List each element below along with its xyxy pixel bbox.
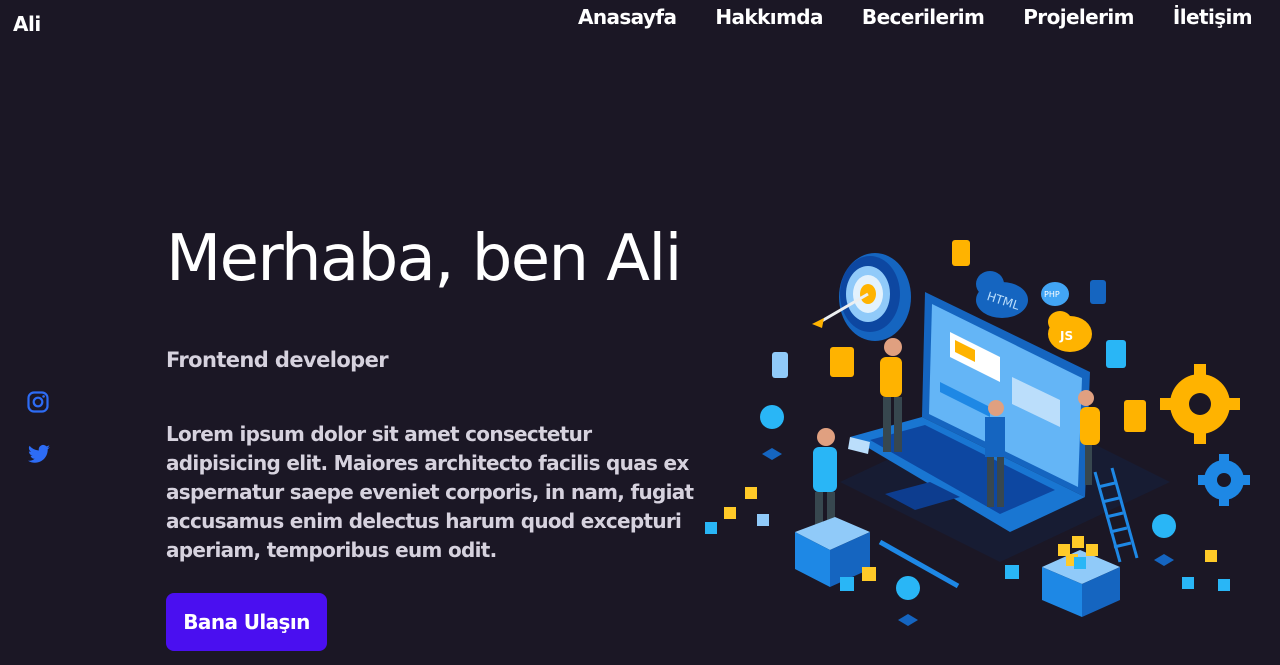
developer-team-illustration: HTML PHP JS	[705, 240, 1250, 626]
html-cloud-icon: HTML	[976, 271, 1028, 318]
js-cloud-icon: JS	[1048, 311, 1092, 352]
nav-about[interactable]: Hakkımda	[715, 5, 823, 29]
php-label: PHP	[1044, 290, 1060, 299]
hero-description: Lorem ipsum dolor sit amet consectetur a…	[166, 422, 694, 562]
hero-title: Merhaba, ben Ali	[166, 222, 682, 296]
gear-icon	[1160, 364, 1240, 444]
nav-home[interactable]: Anasayfa	[578, 5, 677, 29]
person-figure	[880, 338, 902, 452]
target-icon	[812, 253, 911, 341]
nav-contact[interactable]: İletişim	[1173, 5, 1253, 29]
instagram-icon[interactable]	[26, 390, 52, 414]
site-logo[interactable]: Ali	[13, 12, 41, 36]
hero-subtitle: Frontend developer	[166, 348, 389, 372]
social-links	[26, 390, 52, 466]
php-cloud-icon: PHP	[1041, 282, 1069, 306]
twitter-icon[interactable]	[26, 442, 52, 466]
main-nav: Anasayfa Hakkımda Becerilerim Projelerim…	[578, 5, 1253, 29]
nav-skills[interactable]: Becerilerim	[862, 5, 985, 29]
js-label: JS	[1059, 329, 1073, 343]
gear-small-icon	[1198, 454, 1250, 506]
nav-projects[interactable]: Projelerim	[1023, 5, 1134, 29]
contact-button[interactable]: Bana Ulaşın	[166, 593, 327, 651]
